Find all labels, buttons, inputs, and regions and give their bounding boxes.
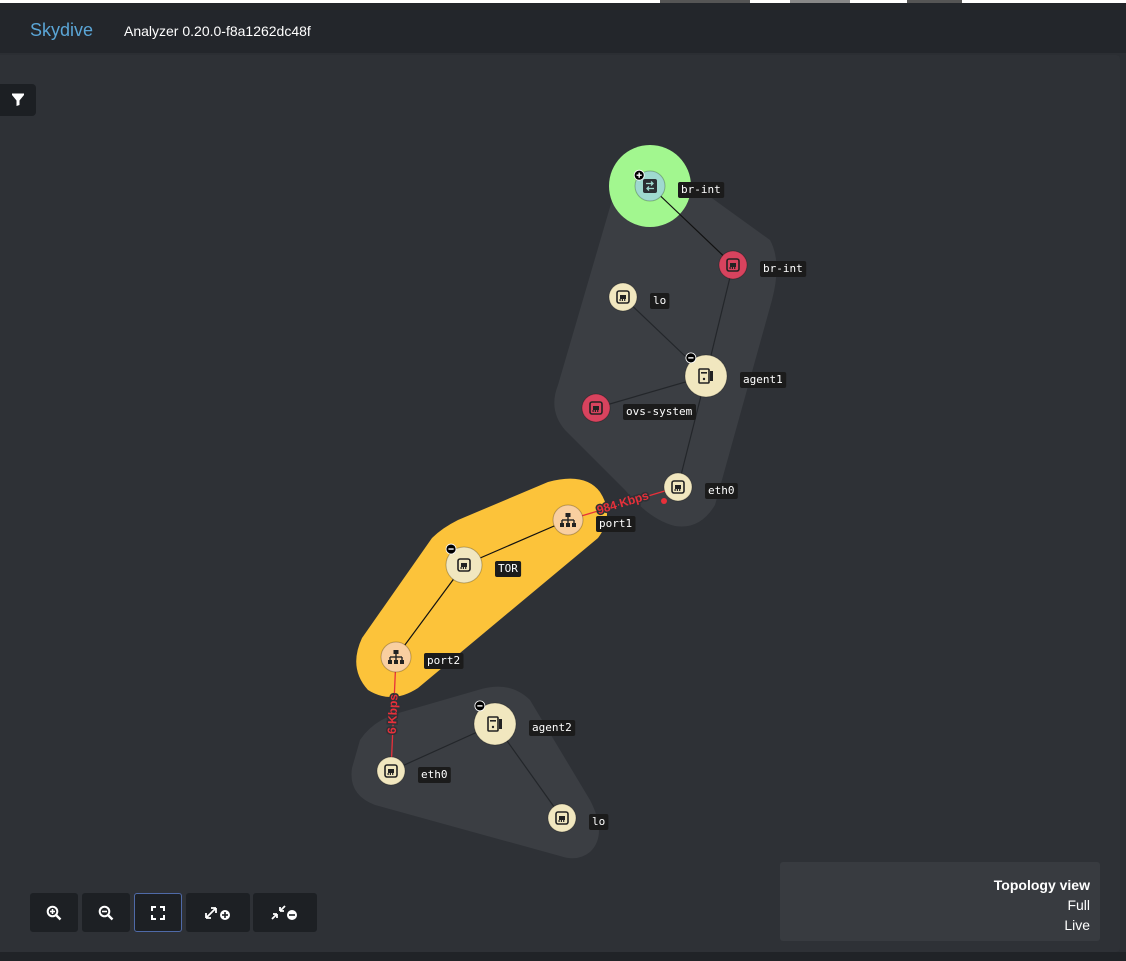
zoom-in-button[interactable] xyxy=(30,893,78,932)
node-label-text: eth0 xyxy=(708,484,735,497)
zoom-in-icon xyxy=(46,905,62,920)
node-label-text: eth0 xyxy=(421,768,448,781)
zoom-out-icon xyxy=(98,905,114,920)
info-mode: Full xyxy=(1067,897,1090,913)
topology-info-panel: Topology view Full Live xyxy=(780,862,1100,941)
topology-graph[interactable]: 984 Kbps 6 Kbps br-int br-int lo agent1 ovs-s… xyxy=(0,0,1126,961)
node-label: br-int xyxy=(760,261,807,277)
filter-button[interactable] xyxy=(0,84,36,116)
node-label-text: br-int xyxy=(763,262,803,275)
node-label: port2 xyxy=(424,653,464,669)
expand-all-button[interactable] xyxy=(186,893,250,932)
node-label: eth0 xyxy=(705,483,738,499)
node-label: eth0 xyxy=(418,767,451,783)
node-label-text: ovs-system xyxy=(626,405,693,418)
agent1-group-hull xyxy=(554,175,777,527)
node-label-text: TOR xyxy=(498,562,518,575)
node-label-text: port1 xyxy=(599,517,632,530)
bridge-icon xyxy=(642,178,658,194)
capture-indicator-dot xyxy=(661,498,667,504)
node-label: ovs-system xyxy=(623,404,696,420)
node-label-text: lo xyxy=(653,294,666,307)
info-state: Live xyxy=(1064,917,1090,933)
expand-node-icon[interactable] xyxy=(633,169,645,181)
fit-view-button[interactable] xyxy=(134,893,182,932)
node-label: lo xyxy=(650,293,670,309)
node-label: port1 xyxy=(596,516,636,532)
node-label-text: port2 xyxy=(427,654,460,667)
node-label-text: agent2 xyxy=(532,721,572,734)
node-label: agent2 xyxy=(529,720,576,736)
filter-icon xyxy=(12,93,24,106)
fit-screen-icon xyxy=(151,905,165,920)
collapse-node-icon[interactable] xyxy=(445,543,457,555)
zoom-out-button[interactable] xyxy=(82,893,130,932)
collapse-minus-icon xyxy=(271,904,297,920)
node-label-text: agent1 xyxy=(743,373,783,386)
node-label: lo xyxy=(589,814,609,830)
node-label: br-int xyxy=(678,182,725,198)
collapse-node-icon[interactable] xyxy=(685,352,697,364)
node-label: TOR xyxy=(495,561,522,577)
node-label: agent1 xyxy=(740,372,787,388)
node-label-text: br-int xyxy=(681,183,721,196)
collapse-all-button[interactable] xyxy=(253,893,317,932)
info-title: Topology view xyxy=(993,877,1090,893)
traffic-bandwidth-label: 984 Kbps xyxy=(595,488,650,517)
collapse-node-icon[interactable] xyxy=(474,700,486,712)
traffic-bandwidth-label: 6 Kbps xyxy=(385,693,401,734)
expand-plus-icon xyxy=(205,906,230,920)
node-label-text: lo xyxy=(592,815,605,828)
